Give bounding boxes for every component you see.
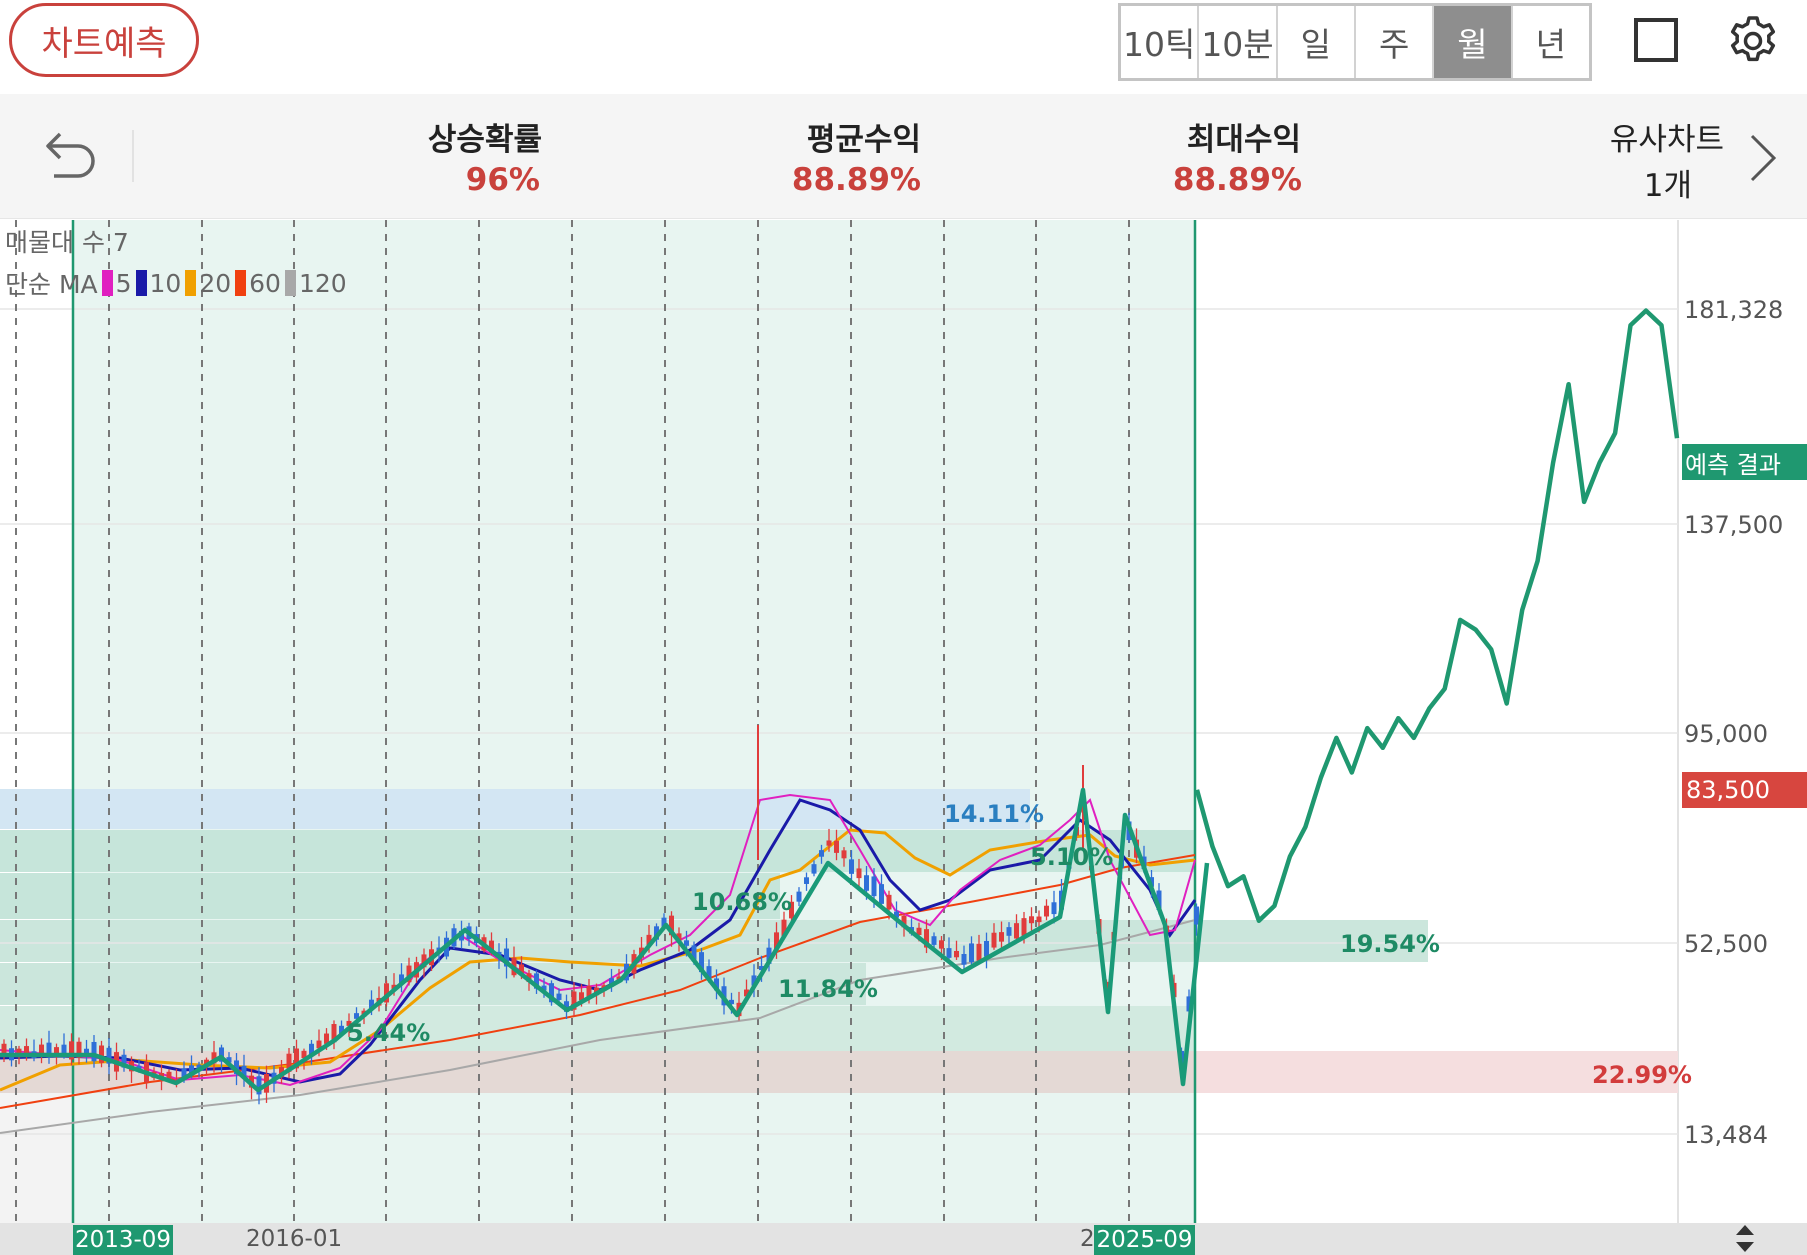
candle-body: [946, 948, 952, 958]
candle-body: [856, 868, 862, 879]
pct-label-14: 14.11%: [944, 800, 1044, 828]
candle-body: [984, 940, 989, 957]
ma20-swatch: [185, 270, 197, 296]
window-end-date-tag: 2025-09: [1094, 1225, 1195, 1255]
candle-body: [91, 1041, 97, 1062]
pct-label-11: 11.84%: [778, 975, 878, 1003]
y-tick-137500: 137,500: [1684, 511, 1784, 539]
candle-body: [1036, 916, 1042, 923]
candle-body: [811, 864, 817, 874]
candle-body: [999, 932, 1004, 942]
candle-body: [819, 850, 824, 857]
candle-body: [931, 936, 937, 945]
candle-body: [991, 932, 997, 948]
candle-body: [849, 859, 854, 874]
candle-body: [1006, 927, 1012, 936]
ma-legend: 단순 MA 5 10 20 60 120: [5, 265, 347, 301]
price-chart[interactable]: [0, 0, 1807, 1255]
window-start-date-tag: 2013-09: [73, 1225, 173, 1255]
candle-body: [976, 943, 982, 961]
pct-label-5-44: 5.44%: [347, 1019, 431, 1047]
scroll-updown-icon[interactable]: [1730, 1222, 1760, 1255]
ma10-label: 10: [149, 268, 182, 298]
candle-body: [969, 943, 974, 963]
candle-body: [804, 877, 809, 884]
candle-body: [841, 850, 847, 859]
supply-zone-5: [0, 1006, 1195, 1051]
candle-body: [939, 940, 944, 949]
ma10-swatch: [135, 270, 147, 296]
y-tick-52500: 52,500: [1684, 930, 1768, 958]
candle-body: [1044, 905, 1049, 917]
supply-zone-blue: [0, 789, 1030, 829]
candle-body: [1194, 906, 1199, 925]
prediction-line: [1194, 308, 1680, 924]
ma5-label: 5: [115, 268, 132, 298]
y-tick-95000: 95,000: [1684, 720, 1768, 748]
candle-body: [954, 950, 959, 958]
y-tick-13484: 13,484: [1684, 1121, 1768, 1149]
candle-body: [556, 993, 562, 1000]
candle-body: [886, 894, 892, 910]
supply-zone-3: [0, 920, 1428, 962]
ma120-swatch: [284, 270, 296, 296]
supply-zone-4: [0, 963, 866, 1005]
candle-body: [871, 876, 877, 897]
ma5-swatch: [101, 270, 113, 296]
supply-count-label: 매물대 수 7: [5, 228, 129, 257]
date-label-partial: 2: [1080, 1226, 1095, 1252]
ma20-label: 20: [199, 268, 232, 298]
candle-body: [1021, 918, 1027, 936]
current-price-tag: 83,500: [1682, 772, 1807, 808]
ma120-label: 120: [298, 268, 347, 298]
candle-body: [684, 940, 689, 946]
candle-body: [834, 840, 839, 853]
pct-label-5-10: 5.10%: [1030, 843, 1114, 871]
prediction-result-tag: 예측 결과: [1682, 444, 1807, 480]
ma60-swatch: [235, 270, 247, 296]
pct-label-22: 22.99%: [1592, 1061, 1692, 1089]
candle-body: [1014, 923, 1019, 939]
candle-body: [879, 884, 884, 904]
candle-body: [961, 953, 967, 965]
candle-body: [826, 840, 832, 846]
candle-body: [796, 891, 802, 902]
candle-body: [864, 875, 869, 891]
candle-body: [24, 1046, 29, 1054]
candle-body: [1051, 902, 1057, 915]
ma60-label: 60: [249, 268, 281, 298]
supply-zone-red-overlap: [0, 1051, 1195, 1093]
y-tick-181328: 181,328: [1684, 296, 1784, 324]
pct-label-10: 10.68%: [692, 888, 792, 916]
candle-body: [1029, 916, 1034, 924]
date-label-2016-01: 2016-01: [246, 1226, 343, 1252]
ma-legend-title: 단순 MA: [5, 270, 98, 299]
pct-label-19: 19.54%: [1340, 930, 1440, 958]
supply-zone-2: [0, 873, 780, 919]
